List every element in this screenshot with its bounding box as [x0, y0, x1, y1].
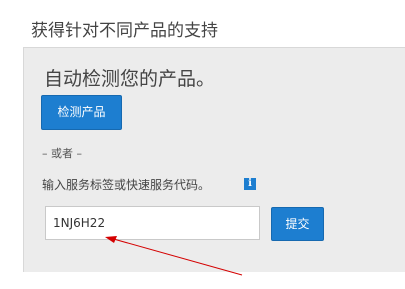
submit-button[interactable]: 提交	[271, 207, 324, 241]
or-divider: – 或者 –	[42, 147, 82, 160]
service-tag-label: 输入服务标签或快速服务代码。	[42, 178, 211, 192]
service-tag-input[interactable]	[45, 206, 260, 240]
auto-detect-heading: 自动检测您的产品。	[44, 68, 216, 90]
page-title: 获得针对不同产品的支持	[31, 21, 218, 41]
info-icon[interactable]: i	[244, 178, 256, 190]
detect-product-button[interactable]: 检测产品	[41, 95, 122, 130]
support-page: 获得针对不同产品的支持 自动检测您的产品。 检测产品 – 或者 – 输入服务标签…	[0, 0, 405, 289]
product-support-panel: 自动检测您的产品。 检测产品 – 或者 – 输入服务标签或快速服务代码。 i 提…	[23, 47, 405, 272]
page-header: 获得针对不同产品的支持	[0, 0, 405, 47]
